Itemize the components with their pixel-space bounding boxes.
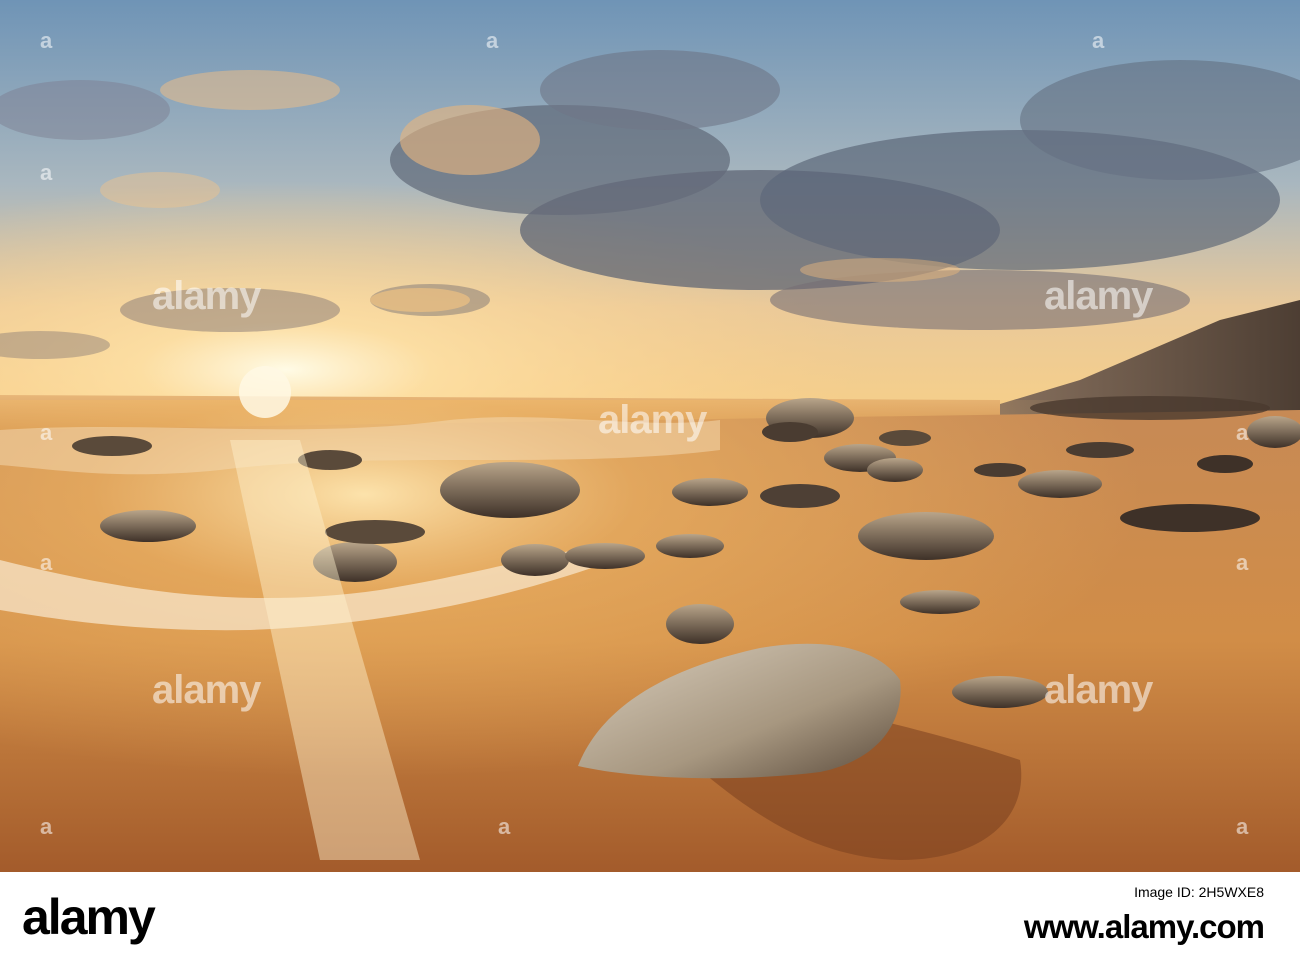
image-stage: alamy alamy alamy alamy alamy a a a a a … [0,0,1300,962]
photo-svg [0,0,1300,872]
image-id: Image ID: 2H5WXE8 [1134,884,1264,900]
footer-bar: alamy Image ID: 2H5WXE8 www.alamy.com [0,872,1300,962]
alamy-logo: alamy [22,889,156,945]
beach-sunset-photo: alamy alamy alamy alamy alamy a a a a a … [0,0,1300,872]
site-url[interactable]: www.alamy.com [1024,908,1265,946]
sun [239,366,291,418]
